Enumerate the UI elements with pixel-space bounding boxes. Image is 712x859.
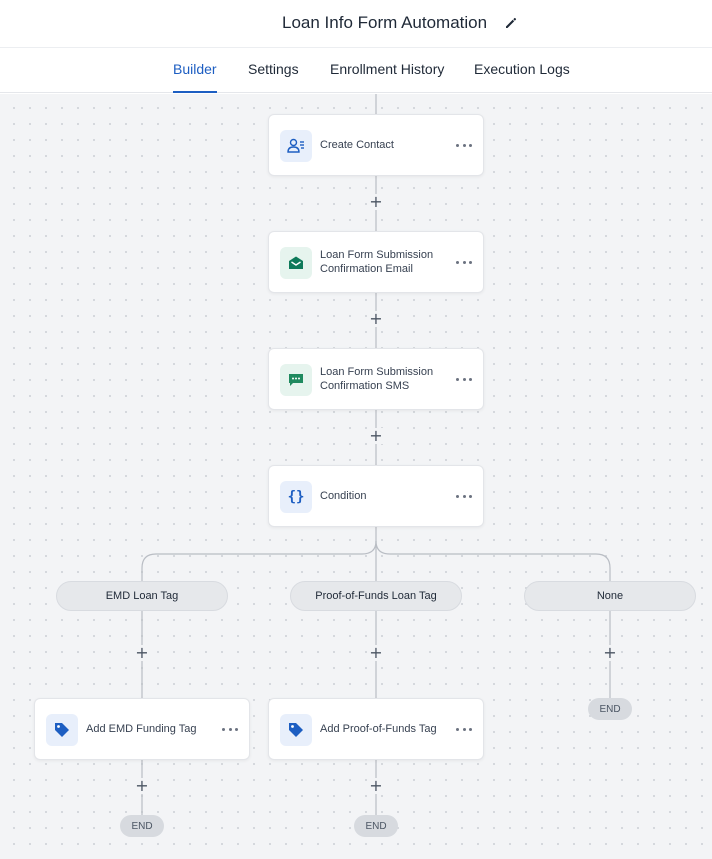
node-label: Add Proof-of-Funds Tag bbox=[320, 723, 437, 735]
contact-icon bbox=[280, 130, 312, 162]
branch-proof-of-funds-loan-tag[interactable]: Proof-of-Funds Loan Tag bbox=[290, 581, 462, 611]
confirmation-email-node[interactable]: Loan Form Submission Confirmation Email bbox=[268, 231, 484, 293]
header: Loan Info Form Automation bbox=[0, 0, 712, 48]
tab-execution-logs[interactable]: Execution Logs bbox=[474, 61, 570, 93]
more-options-icon[interactable] bbox=[456, 139, 472, 151]
branch-none[interactable]: None bbox=[524, 581, 696, 611]
tab-enrollment-history[interactable]: Enrollment History bbox=[330, 61, 444, 93]
confirmation-sms-node[interactable]: Loan Form Submission Confirmation SMS bbox=[268, 348, 484, 410]
node-label: Create Contact bbox=[320, 139, 394, 151]
add-step-button[interactable]: + bbox=[368, 428, 384, 444]
node-label: Loan Form Submission Confirmation SMS bbox=[320, 366, 434, 392]
end-marker: END bbox=[120, 815, 164, 837]
add-step-button[interactable]: + bbox=[368, 778, 384, 794]
branch-emd-loan-tag[interactable]: EMD Loan Tag bbox=[56, 581, 228, 611]
email-icon bbox=[280, 247, 312, 279]
tab-bar: Builder Settings Enrollment History Exec… bbox=[0, 49, 712, 93]
add-step-button[interactable]: + bbox=[368, 311, 384, 327]
add-emd-funding-tag-node[interactable]: Add EMD Funding Tag bbox=[34, 698, 250, 760]
add-step-button[interactable]: + bbox=[368, 645, 384, 661]
add-step-button[interactable]: + bbox=[602, 645, 618, 661]
more-options-icon[interactable] bbox=[456, 723, 472, 735]
edit-title-icon[interactable] bbox=[503, 15, 519, 31]
workflow-canvas[interactable]: Create Contact + Loan Form Submission Co… bbox=[0, 94, 712, 859]
end-marker: END bbox=[588, 698, 632, 720]
page-title: Loan Info Form Automation bbox=[282, 13, 488, 32]
create-contact-node[interactable]: Create Contact bbox=[268, 114, 484, 176]
add-proof-of-funds-tag-node[interactable]: Add Proof-of-Funds Tag bbox=[268, 698, 484, 760]
node-label: Add EMD Funding Tag bbox=[86, 723, 197, 735]
tab-builder[interactable]: Builder bbox=[173, 61, 217, 93]
more-options-icon[interactable] bbox=[456, 490, 472, 502]
more-options-icon[interactable] bbox=[222, 723, 238, 735]
tag-icon bbox=[280, 714, 312, 746]
node-label: Loan Form Submission Confirmation Email bbox=[320, 249, 434, 275]
tag-icon bbox=[46, 714, 78, 746]
more-options-icon[interactable] bbox=[456, 373, 472, 385]
add-step-button[interactable]: + bbox=[134, 645, 150, 661]
condition-node[interactable]: {} Condition bbox=[268, 465, 484, 527]
tab-settings[interactable]: Settings bbox=[248, 61, 299, 93]
add-step-button[interactable]: + bbox=[134, 778, 150, 794]
node-label: Condition bbox=[320, 490, 367, 502]
sms-icon bbox=[280, 364, 312, 396]
end-marker: END bbox=[354, 815, 398, 837]
condition-icon: {} bbox=[280, 481, 312, 513]
add-step-button[interactable]: + bbox=[368, 194, 384, 210]
more-options-icon[interactable] bbox=[456, 256, 472, 268]
